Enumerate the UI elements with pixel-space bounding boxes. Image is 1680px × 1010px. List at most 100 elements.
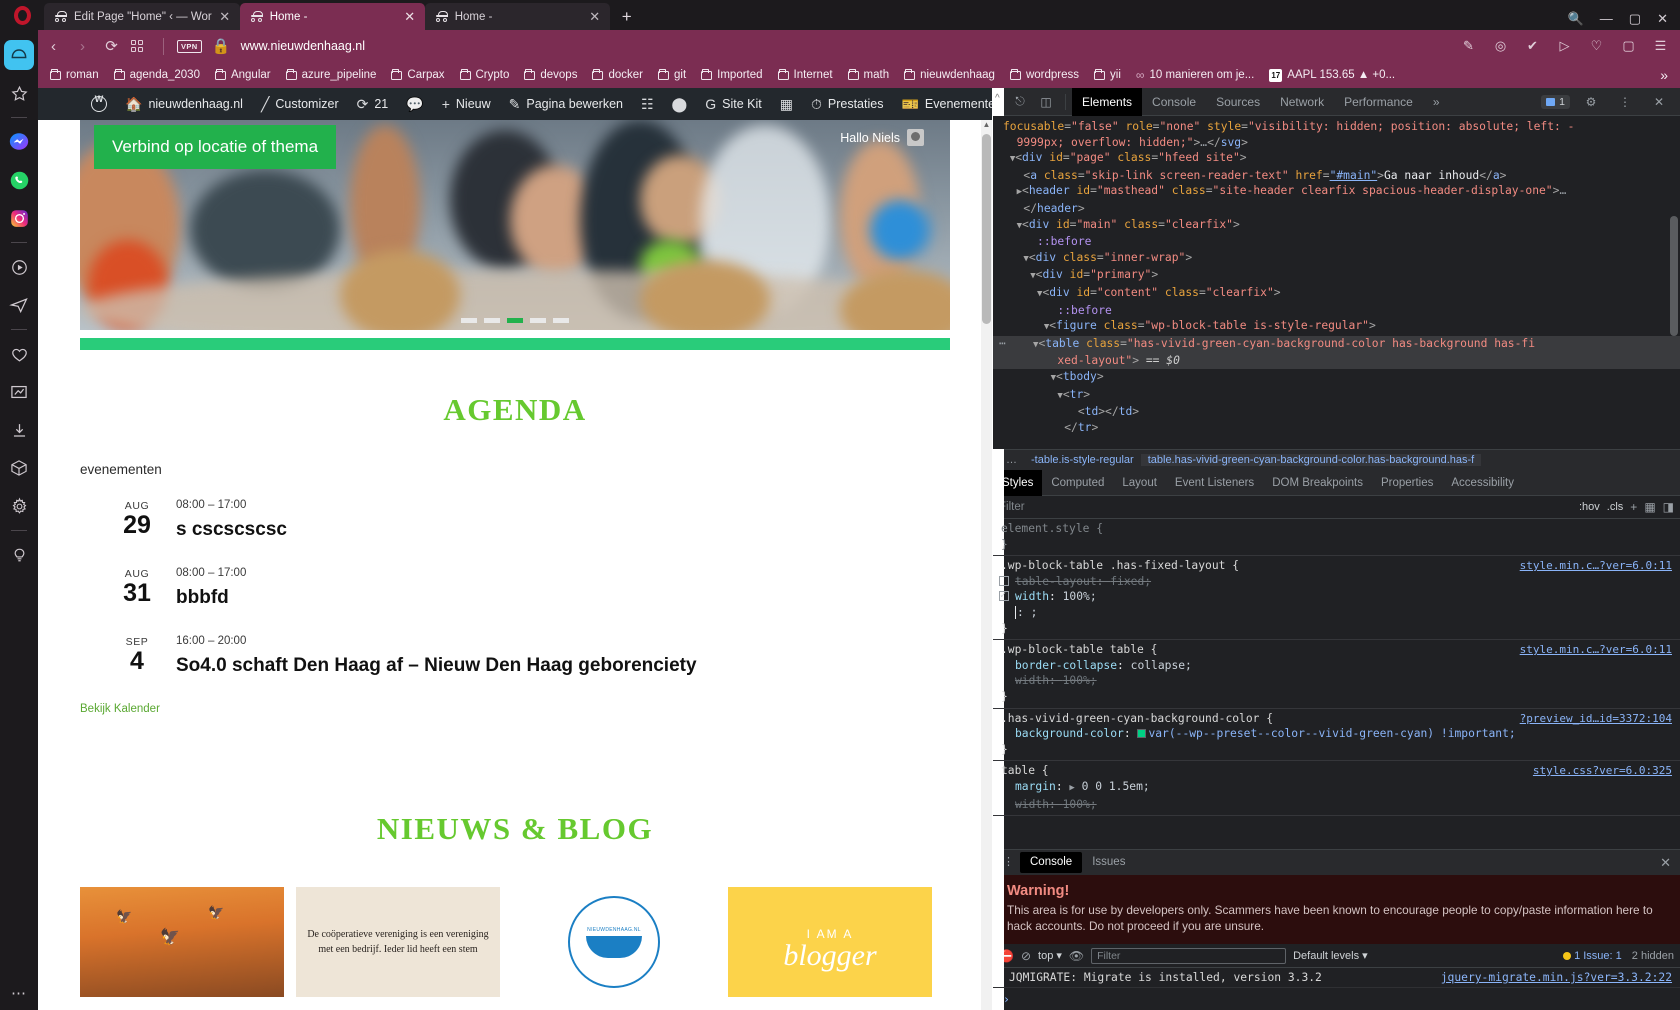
style-rule[interactable]: element.style { } — [993, 519, 1680, 557]
cls-button[interactable]: .cls — [1607, 501, 1624, 513]
sidebar-item-cube[interactable] — [4, 453, 34, 483]
tab-close-button[interactable]: ✕ — [588, 9, 602, 25]
share-icon[interactable]: ▷ — [1555, 38, 1574, 54]
shield-icon[interactable]: ✔ — [1523, 38, 1542, 54]
style-rule[interactable]: .wp-block-table table {style.min.c…?ver=… — [993, 640, 1680, 709]
wp-dot[interactable]: ⬤ — [663, 88, 697, 120]
event-row[interactable]: SEP 4 16:00 – 20:00 So4.0 schaft Den Haa… — [108, 635, 992, 677]
wp-customizer[interactable]: ╱ Customizer — [252, 88, 348, 120]
bookmark-azure_pipeline[interactable]: azure_pipeline — [280, 67, 383, 83]
vpn-badge[interactable]: VPN — [177, 39, 202, 53]
dom-line[interactable]: ▼<div id="content" class="clearfix"> — [993, 285, 1680, 303]
dom-line[interactable]: ▶<header id="masthead" class="site-heade… — [993, 183, 1680, 201]
style-rule[interactable]: table {style.css?ver=6.0:325 margin: ▶ 0… — [993, 761, 1680, 817]
tab-sources[interactable]: Sources — [1206, 88, 1270, 116]
dom-line[interactable]: ::before — [993, 234, 1680, 250]
rule-source[interactable]: ?preview_id…id=3372:104 — [1520, 711, 1672, 727]
browser-tab-1[interactable]: Home - ✕ — [239, 3, 425, 30]
hero-dot-5[interactable] — [553, 318, 569, 323]
close-devtools-button[interactable]: ✕ — [1646, 90, 1672, 114]
browser-tab-2[interactable]: Home - ✕ — [424, 3, 610, 30]
console-message-source[interactable]: jquery-migrate.min.js?ver=3.3.2:22 — [1441, 971, 1672, 984]
declaration-checkbox[interactable] — [999, 575, 1009, 586]
styles-filter-input[interactable]: Filter — [999, 501, 1572, 513]
tab-computed[interactable]: Computed — [1042, 470, 1113, 496]
bookmark-git[interactable]: git — [652, 67, 692, 83]
drawer-tab-issues[interactable]: Issues — [1082, 852, 1135, 873]
dom-line[interactable]: ▼<figure class="wp-block-table is-style-… — [993, 318, 1680, 336]
search-icon[interactable]: 🔍 — [1568, 12, 1584, 25]
wp-comments[interactable]: 💬 — [397, 88, 432, 120]
bookmark-wordpress[interactable]: wordpress — [1004, 67, 1085, 83]
new-style-rule-icon[interactable]: ▦ — [1644, 500, 1655, 514]
event-title[interactable]: bbbfd — [176, 587, 246, 609]
scrollbar-thumb[interactable] — [982, 134, 991, 324]
bookmark-crypto[interactable]: Crypto — [454, 67, 516, 83]
dom-line[interactable]: ▼<tbody> — [993, 369, 1680, 387]
tab-accessibility[interactable]: Accessibility — [1442, 470, 1523, 496]
dom-scrollbar[interactable] — [1670, 216, 1678, 336]
forward-button[interactable]: › — [73, 38, 92, 55]
rule-source[interactable]: style.min.c…?ver=6.0:11 — [1520, 558, 1672, 574]
sidebar-item-downloads[interactable] — [4, 415, 34, 445]
kebab-icon[interactable]: ⋮ — [1612, 90, 1638, 114]
console-hidden-count[interactable]: 2 hidden — [1632, 950, 1674, 962]
new-tab-button[interactable]: + — [610, 7, 644, 30]
back-button[interactable]: ‹ — [44, 38, 63, 55]
dom-line[interactable]: ::before — [993, 303, 1680, 319]
console-levels-selector[interactable]: Default levels ▾ — [1293, 949, 1368, 963]
bookmark-imported[interactable]: Imported — [695, 67, 768, 83]
event-row[interactable]: AUG 31 08:00 – 17:00 bbbfd — [108, 567, 992, 609]
declaration-value[interactable]: : ; — [1017, 606, 1037, 619]
bookmark-aapl[interactable]: 17 AAPL 153.65 ▲ +0... — [1263, 67, 1401, 84]
tab-performance[interactable]: Performance — [1334, 88, 1423, 116]
bookmark-devops[interactable]: devops — [518, 67, 583, 83]
wp-prestaties[interactable]: ⏱ Prestaties — [802, 88, 893, 120]
sidebar-item-home[interactable] — [4, 40, 34, 70]
edit-icon[interactable]: ✎ — [1459, 38, 1478, 54]
reload-button[interactable]: ⟳ — [102, 37, 121, 55]
rule-source[interactable]: style.css?ver=6.0:325 — [1533, 763, 1672, 779]
style-rule[interactable]: .wp-block-table .has-fixed-layout {style… — [993, 556, 1680, 641]
dom-line[interactable]: ▼<div id="main" class="clearfix"> — [993, 217, 1680, 235]
extensions-icon[interactable]: ▢ — [1619, 38, 1638, 54]
dom-line[interactable]: ▼<tr> — [993, 387, 1680, 405]
card-ndh-logo[interactable]: NIEUWDENHAAG.NL — [512, 887, 716, 997]
dom-line[interactable]: <a class="skip-link screen-reader-text" … — [993, 168, 1680, 184]
greeting[interactable]: Hallo Niels — [840, 129, 924, 146]
sidebar-item-favorites[interactable] — [4, 78, 34, 108]
sidebar-item-player[interactable] — [4, 252, 34, 282]
dom-tree[interactable]: focusable="false" role="none" style="vis… — [993, 116, 1680, 449]
wp-site-kit[interactable]: G Site Kit — [696, 88, 771, 120]
close-drawer-button[interactable]: ✕ — [1660, 855, 1680, 871]
speed-dial-icon[interactable] — [131, 40, 150, 52]
sidebar-item-instagram[interactable] — [4, 203, 34, 233]
toggle-icon[interactable]: ◨ — [1663, 500, 1674, 514]
wp-site-name[interactable]: 🏠 nieuwdenhaag.nl — [116, 88, 252, 120]
dom-line-selected[interactable]: ⋯ ▼<table class="has-vivid-green-cyan-ba… — [993, 335, 1680, 354]
console-message[interactable]: JQMIGRATE: Migrate is installed, version… — [993, 968, 1680, 988]
chevron-up-icon[interactable]: ^ — [995, 93, 1000, 104]
hero-dot-2[interactable] — [484, 318, 500, 323]
bookmark-docker[interactable]: docker — [586, 67, 649, 83]
bookmark-agenda_2030[interactable]: agenda_2030 — [108, 67, 206, 83]
sidebar-item-whatsapp[interactable] — [4, 165, 34, 195]
sidebar-more-button[interactable]: ⋯ — [11, 984, 27, 1002]
declaration[interactable]: width: 100%; — [993, 797, 1680, 813]
styles-pane[interactable]: element.style { } .wp-block-table .has-f… — [993, 519, 1680, 849]
minimize-button[interactable]: — — [1600, 12, 1613, 25]
declaration[interactable]: table-layout: fixed; — [993, 574, 1680, 590]
bookmark-angular[interactable]: Angular — [209, 67, 277, 83]
declaration[interactable]: border-collapse: collapse; — [993, 658, 1680, 674]
console-prompt[interactable]: › — [993, 988, 1680, 1010]
eye-icon[interactable]: 👁 — [1069, 949, 1084, 963]
declaration[interactable]: background-color: var(--wp--preset--colo… — [993, 726, 1680, 742]
bookmark-internet[interactable]: Internet — [772, 67, 839, 83]
style-rule[interactable]: .has-vivid-green-cyan-background-color {… — [993, 709, 1680, 762]
declaration-editing[interactable]: : ; — [993, 605, 1680, 621]
bookmark-10-manieren[interactable]: ∞ 10 manieren om je... — [1130, 66, 1260, 84]
tab-layout[interactable]: Layout — [1113, 470, 1166, 496]
declaration-checkbox[interactable] — [999, 588, 1009, 604]
tabs-overflow-button[interactable]: » — [1423, 88, 1450, 116]
wp-new[interactable]: + Nieuw — [433, 88, 500, 120]
